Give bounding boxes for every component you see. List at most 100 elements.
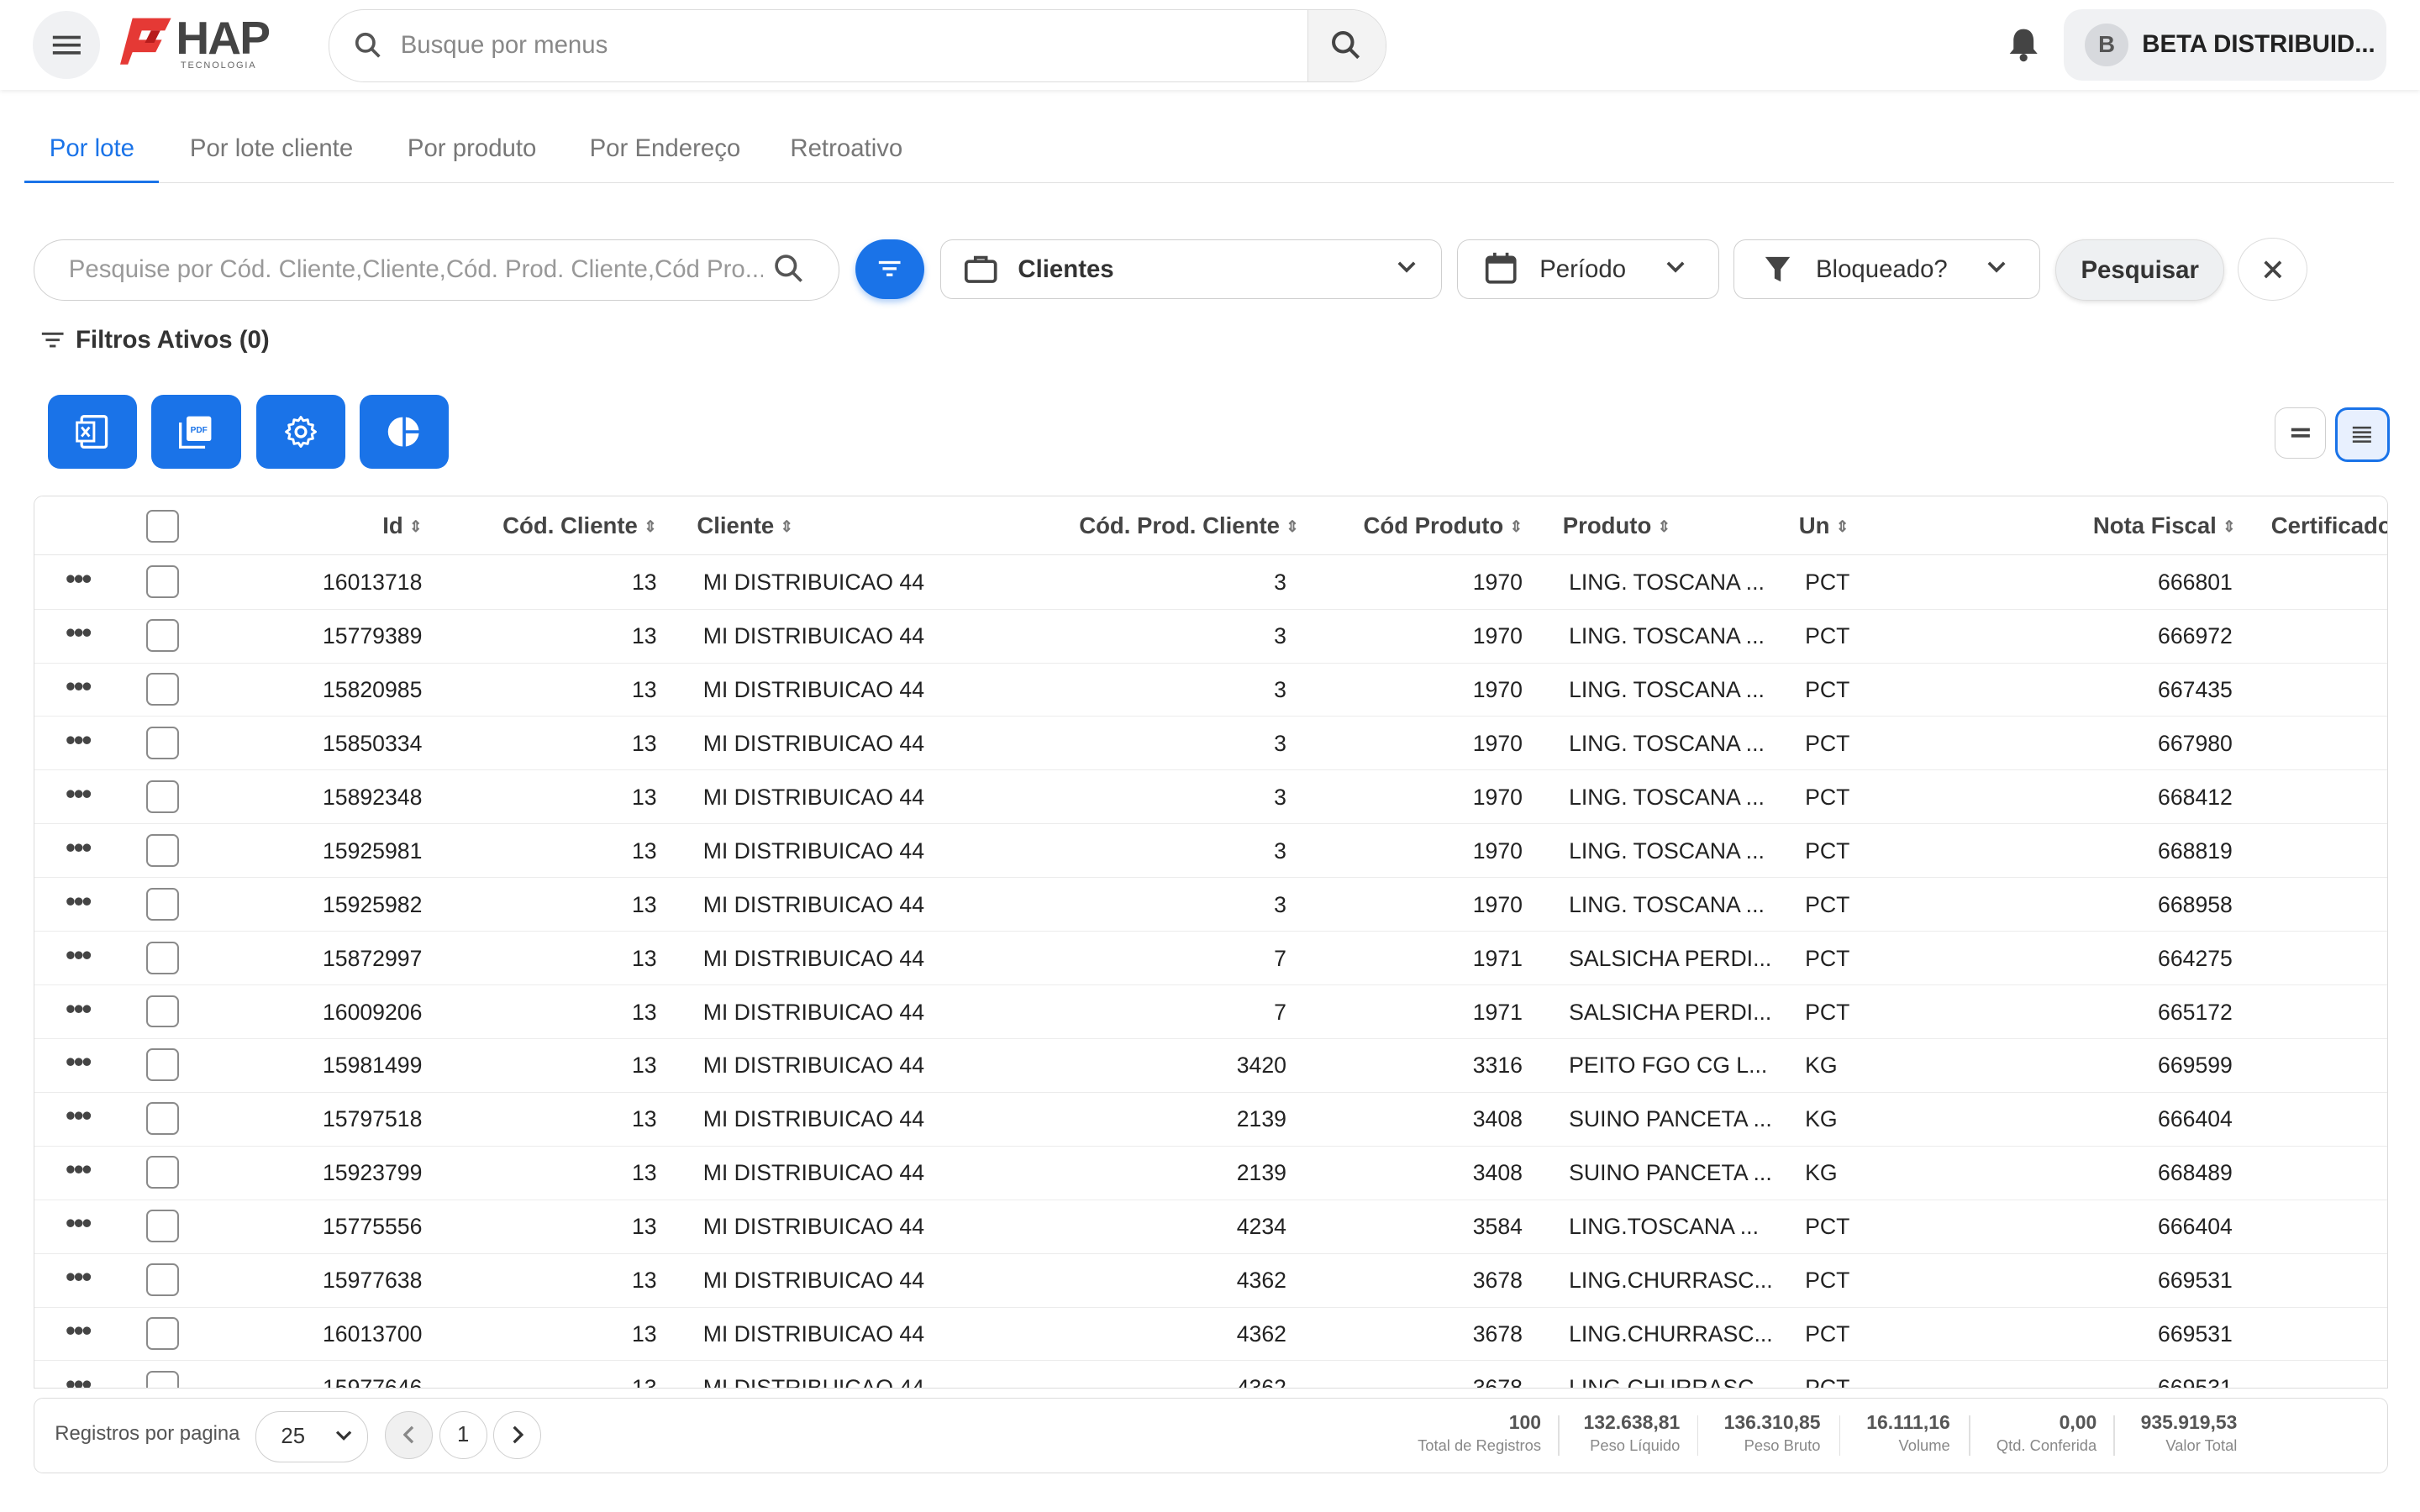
bloqueado-dropdown[interactable]: Bloqueado?	[1733, 239, 2041, 300]
row-actions-icon[interactable]: •••	[66, 1254, 99, 1306]
table-row[interactable]: ••• 15797518 13 MI DISTRIBUICAO 44 2139 3408 S…	[34, 1093, 2387, 1147]
company-selector[interactable]: B BETA DISTRIBUID...	[2063, 9, 2386, 81]
settings-button[interactable]	[255, 395, 346, 470]
row-checkbox[interactable]	[145, 1370, 179, 1389]
briefcase-icon	[965, 255, 997, 284]
divider	[1558, 1415, 1560, 1456]
row-checkbox[interactable]	[145, 887, 179, 921]
select-all-checkbox[interactable]	[145, 510, 179, 543]
active-filters-toggle[interactable]: Filtros Ativos (0)	[40, 326, 270, 354]
rows-per-page-select[interactable]: 25	[255, 1410, 369, 1462]
col-header-id[interactable]: Id ⇕	[382, 496, 422, 555]
row-actions-icon[interactable]: •••	[66, 1039, 99, 1091]
table-row[interactable]: ••• 15850334 13 MI DISTRIBUICAO 44 3 1970 LING…	[34, 717, 2387, 771]
table-row[interactable]: ••• 16009206 13 MI DISTRIBUICAO 44 7 1971 SALS…	[34, 985, 2387, 1039]
cell-cod-produto: 3408	[1472, 1160, 1523, 1186]
table-row[interactable]: ••• 15977638 13 MI DISTRIBUICAO 44 4362 3678 L…	[34, 1254, 2387, 1308]
row-actions-icon[interactable]: •••	[66, 1093, 99, 1145]
cell-cod-cliente: 13	[631, 730, 657, 756]
table-row[interactable]: ••• 16013700 13 MI DISTRIBUICAO 44 4362 3678 L…	[34, 1308, 2387, 1362]
row-actions-icon[interactable]: •••	[66, 664, 99, 716]
cell-cod-produto: 1970	[1472, 837, 1523, 864]
pdf-icon: PDF	[179, 416, 212, 449]
prev-page-button[interactable]	[385, 1410, 434, 1459]
table-row[interactable]: ••• 15981499 13 MI DISTRIBUICAO 44 3420 3316 P…	[34, 1039, 2387, 1093]
pesquisar-button[interactable]: Pesquisar	[2055, 239, 2224, 302]
row-actions-icon[interactable]: •••	[66, 1147, 99, 1199]
row-checkbox[interactable]	[145, 1048, 179, 1082]
clientes-dropdown[interactable]: Clientes	[939, 239, 1442, 300]
row-actions-icon[interactable]: •••	[66, 556, 99, 608]
row-checkbox[interactable]	[145, 1263, 179, 1297]
row-checkbox[interactable]	[145, 673, 179, 706]
cell-id: 15981499	[322, 1053, 423, 1079]
table-row[interactable]: ••• 15779389 13 MI DISTRIBUICAO 44 3 1970 LING…	[34, 610, 2387, 664]
row-actions-icon[interactable]: •••	[66, 1200, 99, 1252]
row-actions-icon[interactable]: •••	[66, 879, 99, 931]
table-row[interactable]: ••• 15977646 13 MI DISTRIBUICAO 44 4362 3678 L…	[34, 1361, 2387, 1389]
menu-search-input[interactable]	[397, 10, 1299, 81]
row-checkbox[interactable]	[145, 1102, 179, 1136]
table-row[interactable]: ••• 15892348 13 MI DISTRIBUICAO 44 3 1970 LING…	[34, 770, 2387, 825]
row-checkbox[interactable]	[145, 995, 179, 1028]
table-row[interactable]: ••• 15820985 13 MI DISTRIBUICAO 44 3 1970 LING…	[34, 664, 2387, 717]
row-checkbox[interactable]	[145, 1210, 179, 1243]
col-header-cod-prod-cliente[interactable]: Cód. Prod. Cliente ⇕	[1079, 496, 1298, 555]
row-actions-icon[interactable]: •••	[66, 717, 99, 769]
cell-nota-fiscal: 669531	[2158, 1374, 2233, 1389]
clear-filters-button[interactable]	[2238, 237, 2308, 302]
row-checkbox[interactable]	[145, 941, 179, 974]
row-checkbox[interactable]	[145, 726, 179, 759]
row-actions-icon[interactable]: •••	[66, 610, 99, 662]
tab-por-lote-cliente[interactable]: Por lote cliente	[166, 118, 378, 181]
notifications-button[interactable]	[2007, 26, 2040, 70]
row-checkbox[interactable]	[145, 1156, 179, 1189]
next-page-button[interactable]	[492, 1410, 541, 1459]
tab-por-lote[interactable]: Por lote	[24, 118, 160, 183]
col-header-cod-produto[interactable]: Cód Produto ⇕	[1363, 496, 1523, 555]
row-checkbox[interactable]	[145, 1317, 179, 1350]
table-row[interactable]: ••• 15872997 13 MI DISTRIBUICAO 44 7 1971 SALS…	[34, 932, 2387, 986]
col-header-certificado[interactable]: Certificado	[2271, 496, 2387, 555]
menu-button[interactable]	[32, 10, 101, 79]
row-actions-icon[interactable]: •••	[66, 1362, 99, 1388]
table-row[interactable]: ••• 15925981 13 MI DISTRIBUICAO 44 3 1970 LING…	[34, 824, 2387, 879]
col-header-cliente[interactable]: Cliente ⇕	[697, 496, 793, 555]
tab-por-endereco[interactable]: Por Endereço	[565, 118, 765, 181]
row-actions-icon[interactable]: •••	[66, 771, 99, 823]
col-header-cod-cliente[interactable]: Cód. Cliente ⇕	[502, 496, 656, 555]
col-header-nota-fiscal[interactable]: Nota Fiscal ⇕	[2093, 496, 2236, 555]
pdf-export-button[interactable]: PDF	[150, 395, 241, 470]
row-checkbox[interactable]	[145, 833, 179, 867]
table-search-input[interactable]	[66, 239, 766, 301]
menu-search-button[interactable]	[1307, 10, 1386, 81]
table-row[interactable]: ••• 15923799 13 MI DISTRIBUICAO 44 2139 3408 S…	[34, 1147, 2387, 1200]
compact-view-button[interactable]	[2275, 407, 2327, 459]
row-actions-icon[interactable]: •••	[66, 1308, 99, 1360]
row-checkbox[interactable]	[145, 780, 179, 813]
table-row[interactable]: ••• 15775556 13 MI DISTRIBUICAO 44 4234 3584 L…	[34, 1200, 2387, 1254]
table-row[interactable]: ••• 15925982 13 MI DISTRIBUICAO 44 3 1970 LING…	[34, 878, 2387, 932]
compact-rows-icon	[2291, 428, 2310, 438]
row-actions-icon[interactable]: •••	[66, 932, 99, 984]
row-checkbox[interactable]	[145, 619, 179, 653]
tab-retroativo[interactable]: Retroativo	[765, 118, 928, 181]
advanced-filter-button[interactable]	[855, 239, 925, 300]
excel-export-button[interactable]	[47, 395, 138, 470]
row-actions-icon[interactable]: •••	[66, 986, 99, 1038]
col-header-produto[interactable]: Produto ⇕	[1563, 496, 1670, 555]
row-checkbox[interactable]	[145, 565, 179, 599]
cell-cod-cliente: 13	[631, 837, 657, 864]
cell-un: PCT	[1805, 945, 1850, 971]
cell-produto: LING.CHURRASC...	[1569, 1268, 1773, 1294]
search-icon[interactable]	[774, 254, 805, 285]
cell-cod-cliente: 13	[631, 570, 657, 596]
col-header-un[interactable]: Un ⇕	[1799, 496, 1849, 555]
table-row[interactable]: ••• 16013718 13 MI DISTRIBUICAO 44 3 1970 LING…	[34, 556, 2387, 610]
periodo-dropdown[interactable]: Período	[1456, 239, 1720, 300]
tab-por-produto[interactable]: Por produto	[382, 118, 560, 181]
page-number-button[interactable]: 1	[439, 1410, 487, 1459]
list-view-button[interactable]	[2334, 407, 2390, 462]
chart-button[interactable]	[359, 395, 450, 470]
row-actions-icon[interactable]: •••	[66, 825, 99, 877]
